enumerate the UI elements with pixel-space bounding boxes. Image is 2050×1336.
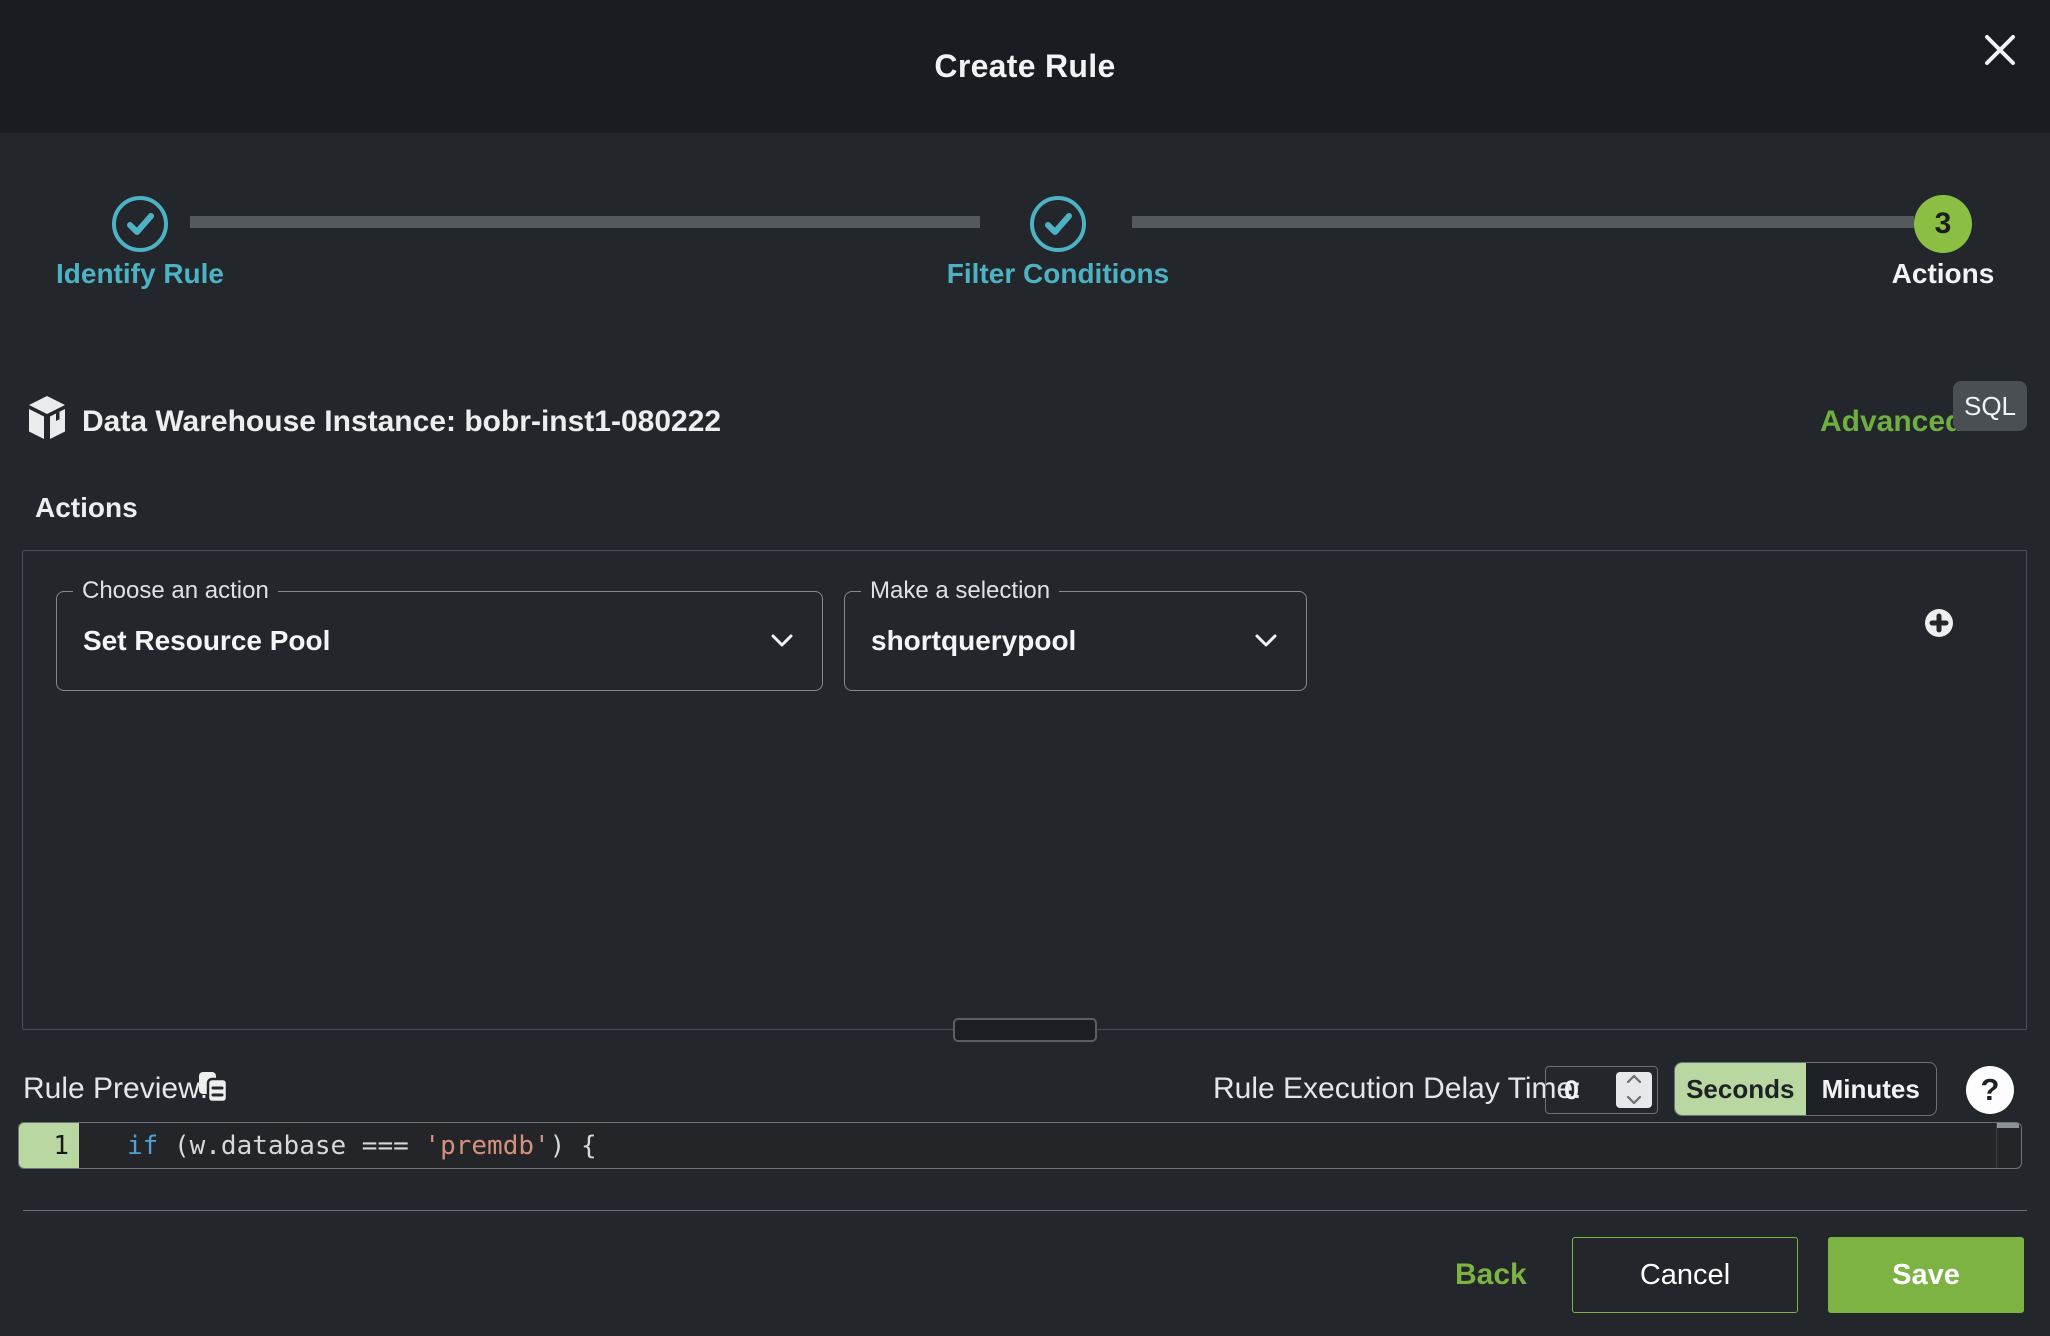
delay-time-value: 0 (1564, 1067, 1579, 1113)
check-icon (111, 195, 169, 253)
panel-resize-handle[interactable] (953, 1018, 1097, 1042)
selection-select[interactable]: Make a selection shortquerypool (844, 591, 1307, 691)
chevron-down-icon (1254, 634, 1278, 653)
dialog-header: Create Rule (0, 0, 2050, 133)
copy-icon (197, 1091, 229, 1108)
step-label-filter-conditions[interactable]: Filter Conditions (908, 258, 1208, 290)
step-identify-rule-check[interactable] (111, 195, 169, 253)
step-number: 3 (1935, 207, 1952, 241)
footer-divider (23, 1210, 2027, 1211)
action-select[interactable]: Choose an action Set Resource Pool (56, 591, 823, 691)
back-button[interactable]: Back (1455, 1258, 1527, 1292)
code-editor-scrollbar[interactable] (1996, 1123, 2021, 1168)
code-string: 'premdb' (424, 1131, 549, 1161)
code-end: ) { (550, 1131, 597, 1161)
delay-unit-toggle: Seconds Minutes (1674, 1062, 1937, 1116)
cancel-button[interactable]: Cancel (1572, 1237, 1798, 1313)
help-button[interactable]: ? (1966, 1066, 2014, 1114)
help-icon: ? (1981, 1072, 2000, 1108)
stepper-connector-2 (1132, 216, 1914, 228)
instance-title: Data Warehouse Instance: bobr-inst1-0802… (82, 398, 721, 446)
dialog-title: Create Rule (934, 48, 1115, 85)
create-rule-dialog: Create Rule Identify Rule (0, 0, 2050, 1336)
delay-time-input[interactable]: 0 (1545, 1066, 1658, 1114)
code-mid: (w.database === (158, 1131, 424, 1161)
code-line-number: 1 (19, 1123, 79, 1168)
stepper-down-icon (1626, 1092, 1642, 1110)
close-icon (1981, 31, 2019, 74)
code-keyword: if (127, 1131, 158, 1161)
sql-button[interactable]: SQL (1953, 381, 2027, 431)
rule-preview-code-editor[interactable]: 1 if (w.database === 'premdb') { (18, 1122, 2022, 1169)
action-select-value: Set Resource Pool (83, 592, 330, 690)
save-button-label: Save (1892, 1259, 1960, 1292)
code-editor-scroll-thumb[interactable] (1997, 1123, 2019, 1128)
check-icon (1029, 195, 1087, 253)
selection-select-value: shortquerypool (871, 592, 1076, 690)
unit-minutes-button[interactable]: Minutes (1806, 1063, 1937, 1115)
rule-preview-label: Rule Preview: (23, 1072, 208, 1106)
step-label-identify-rule[interactable]: Identify Rule (0, 258, 290, 290)
step-label-actions: Actions (1793, 258, 2050, 290)
copy-button[interactable] (197, 1070, 229, 1109)
delay-time-label: Rule Execution Delay Time: (1213, 1072, 1582, 1106)
cancel-button-label: Cancel (1640, 1259, 1730, 1292)
delay-time-stepper[interactable] (1616, 1072, 1652, 1108)
step-actions-number: 3 (1914, 195, 1972, 253)
stepper-up-icon (1626, 1070, 1642, 1088)
unit-seconds-button[interactable]: Seconds (1675, 1063, 1806, 1115)
advanced-link[interactable]: Advanced (1820, 398, 1963, 446)
add-action-button[interactable] (1924, 608, 1954, 638)
sql-button-label: SQL (1964, 391, 2016, 422)
save-button[interactable]: Save (1828, 1237, 2024, 1313)
actions-panel: Choose an action Set Resource Pool Make … (22, 550, 2027, 1030)
code-line: if (w.database === 'premdb') { (79, 1123, 2021, 1168)
stepper-connector-1 (190, 216, 980, 228)
add-icon (1924, 625, 1954, 642)
chevron-down-icon (770, 634, 794, 653)
actions-heading: Actions (35, 492, 138, 524)
close-button[interactable] (1976, 28, 2024, 76)
cube-icon (25, 394, 69, 449)
step-filter-conditions-check[interactable] (1029, 195, 1087, 253)
